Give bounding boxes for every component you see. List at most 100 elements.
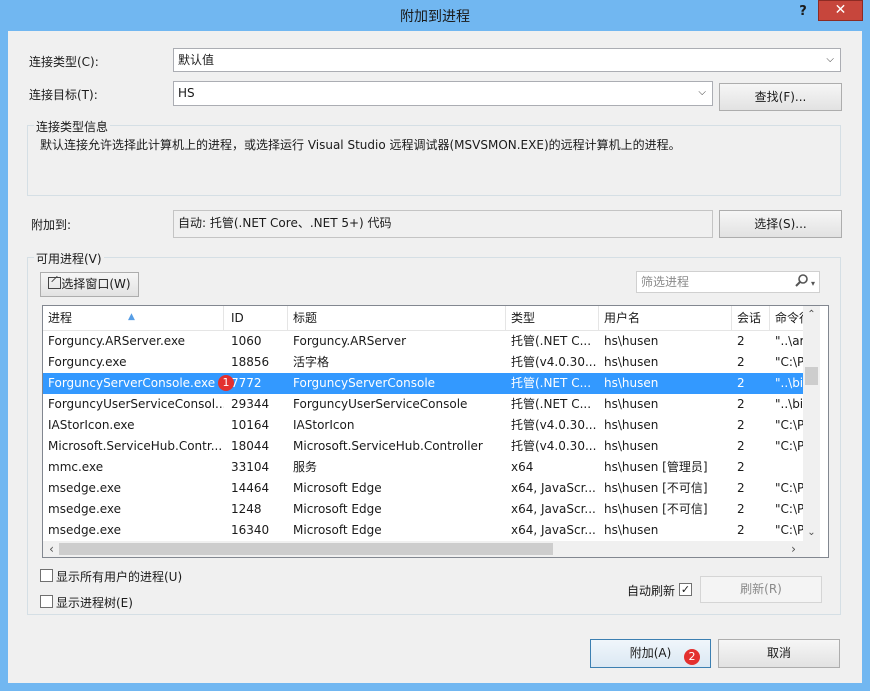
table-row[interactable]: ForguncyServerConsole.exe 7772 ForguncySer… bbox=[43, 373, 803, 394]
vertical-scroll-thumb[interactable] bbox=[805, 367, 818, 385]
cell-id: 7772 bbox=[231, 376, 262, 390]
connection-target-combo[interactable]: HS ⌵ bbox=[173, 81, 713, 106]
show-process-tree-label: 显示进程树(E) bbox=[56, 596, 133, 610]
cell-id: 16340 bbox=[231, 523, 270, 537]
cell-session: 2 bbox=[737, 502, 745, 516]
cell-type: 托管(v4.0.30... bbox=[511, 355, 597, 369]
window-title: 附加到进程 bbox=[400, 9, 470, 25]
column-header-process[interactable]: 进程 ▲ bbox=[43, 306, 224, 330]
cell-type: x64, JavaScr... bbox=[511, 481, 596, 495]
select-code-type-button[interactable]: 选择(S)... bbox=[719, 210, 842, 238]
cell-session: 2 bbox=[737, 397, 745, 411]
cell-session: 2 bbox=[737, 334, 745, 348]
cell-username: hs\husen bbox=[604, 397, 659, 411]
table-row[interactable]: Forguncy.ARServer.exe 1060 Forguncy.ARServ… bbox=[43, 331, 803, 352]
cell-process: ForguncyServerConsole.exe bbox=[48, 376, 216, 390]
table-row[interactable]: mmc.exe 33104 服务 x64 hs\husen [管理员] 2 bbox=[43, 457, 803, 478]
horizontal-scroll-thumb[interactable] bbox=[59, 543, 553, 555]
process-list[interactable]: 进程 ▲ ID 标题 类型 用户名 会话 命令行 Forguncy.ARServ… bbox=[42, 305, 829, 558]
cell-session: 2 bbox=[737, 439, 745, 453]
table-row[interactable]: IAStorIcon.exe 10164 IAStorIcon 托管(v4.0.30.… bbox=[43, 415, 803, 436]
chevron-down-icon: ⌵ bbox=[698, 87, 706, 98]
process-list-header: 进程 ▲ ID 标题 类型 用户名 会话 命令行 bbox=[43, 306, 811, 331]
cell-title: Microsoft Edge bbox=[293, 481, 382, 495]
cancel-button[interactable]: 取消 bbox=[718, 639, 840, 668]
cell-username: hs\husen bbox=[604, 334, 659, 348]
horizontal-scrollbar[interactable]: ‹ › bbox=[43, 541, 820, 557]
cell-username: hs\husen bbox=[604, 418, 659, 432]
show-process-tree-checkbox[interactable] bbox=[40, 595, 53, 608]
scroll-left-icon[interactable]: ‹ bbox=[43, 541, 60, 557]
column-header-username[interactable]: 用户名 bbox=[599, 306, 732, 330]
table-row[interactable]: msedge.exe 1248 Microsoft Edge x64, JavaScr… bbox=[43, 499, 803, 520]
scroll-right-icon[interactable]: › bbox=[785, 541, 802, 557]
select-window-button[interactable]: 选择窗口(W) bbox=[40, 272, 139, 297]
cell-username: hs\husen bbox=[604, 376, 659, 390]
column-header-title[interactable]: 标题 bbox=[288, 306, 506, 330]
cell-command-line: "C:\P bbox=[775, 355, 803, 369]
column-header-type[interactable]: 类型 bbox=[506, 306, 599, 330]
connection-info-text: 默认连接允许选择此计算机上的进程，或选择运行 Visual Studio 远程调… bbox=[40, 138, 681, 152]
dialog-body: 连接类型(C): 默认值 ⌵ 连接目标(T): HS ⌵ 查找(F)... 连接… bbox=[8, 31, 862, 683]
cell-command-line: "..\ar bbox=[775, 334, 803, 348]
cell-command-line: "C:\P bbox=[775, 523, 803, 537]
find-button[interactable]: 查找(F)... bbox=[719, 83, 842, 111]
table-row[interactable]: msedge.exe 14464 Microsoft Edge x64, JavaSc… bbox=[43, 478, 803, 499]
cell-process: msedge.exe bbox=[48, 502, 122, 516]
vertical-scrollbar[interactable]: ⌃ ⌄ bbox=[803, 306, 820, 541]
connection-type-combo[interactable]: 默认值 ⌵ bbox=[173, 48, 841, 72]
show-all-users-label: 显示所有用户的进程(U) bbox=[56, 570, 183, 584]
table-row[interactable]: msedge.exe 16340 Microsoft Edge x64, JavaSc… bbox=[43, 520, 803, 541]
refresh-button[interactable]: 刷新(R) bbox=[700, 576, 822, 603]
title-bar: 附加到进程 ? ✕ bbox=[0, 0, 870, 31]
table-row[interactable]: Microsoft.ServiceHub.Contr... 18044 Micros… bbox=[43, 436, 803, 457]
cell-session: 2 bbox=[737, 418, 745, 432]
cell-title: Microsoft Edge bbox=[293, 502, 382, 516]
crosshair-window-icon bbox=[48, 275, 62, 289]
cell-command-line: "C:\P bbox=[775, 418, 803, 432]
help-button[interactable]: ? bbox=[790, 2, 816, 22]
table-row[interactable]: ForguncyUserServiceConsol... 29344 Forgunc… bbox=[43, 394, 803, 415]
cell-command-line: "C:\P bbox=[775, 439, 803, 453]
cell-title: Microsoft.ServiceHub.Controller bbox=[293, 439, 483, 453]
attach-to-value: 自动: 托管(.NET Core、.NET 5+) 代码 bbox=[173, 210, 713, 238]
attach-to-process-dialog: 附加到进程 ? ✕ 连接类型(C): 默认值 ⌵ 连接目标(T): HS ⌵ 查… bbox=[0, 0, 870, 691]
cell-id: 1060 bbox=[231, 334, 262, 348]
column-header-session[interactable]: 会话 bbox=[732, 306, 770, 330]
close-button[interactable]: ✕ bbox=[818, 0, 863, 21]
scroll-up-icon[interactable]: ⌃ bbox=[803, 306, 820, 323]
table-row[interactable]: Forguncy.exe 18856 活字格 托管(v4.0.30... hs\huse… bbox=[43, 352, 803, 373]
column-header-command-line[interactable]: 命令行 bbox=[770, 306, 828, 330]
select-window-label: 选择窗口(W) bbox=[61, 277, 131, 291]
cell-username: hs\husen bbox=[604, 355, 659, 369]
cell-title: Forguncy.ARServer bbox=[293, 334, 407, 348]
cell-username: hs\husen [管理员] bbox=[604, 460, 708, 474]
filter-input[interactable]: 筛选进程 ▾ bbox=[636, 271, 820, 293]
cell-type: 托管(v4.0.30... bbox=[511, 439, 597, 453]
connection-type-label: 连接类型(C): bbox=[29, 55, 99, 69]
annotation-badge-1: 1 bbox=[218, 375, 234, 391]
auto-refresh-label: 自动刷新 bbox=[627, 584, 676, 598]
chevron-down-icon: ⌵ bbox=[826, 54, 834, 65]
cell-type: x64, JavaScr... bbox=[511, 502, 596, 516]
cell-type: 托管(.NET C... bbox=[511, 334, 592, 348]
cell-type: 托管(.NET C... bbox=[511, 397, 592, 411]
show-all-users-checkbox[interactable] bbox=[40, 569, 53, 582]
column-header-id[interactable]: ID bbox=[226, 306, 288, 330]
connection-info-title: 连接类型信息 bbox=[34, 118, 111, 135]
cell-process: ForguncyUserServiceConsol... bbox=[48, 397, 224, 411]
auto-refresh-checkbox[interactable]: ✓ bbox=[679, 583, 692, 596]
search-icon[interactable]: ▾ bbox=[793, 272, 815, 294]
sort-asc-icon: ▲ bbox=[128, 312, 135, 322]
cell-id: 18044 bbox=[231, 439, 270, 453]
cell-process: IAStorIcon.exe bbox=[48, 418, 135, 432]
cell-command-line: "..\bi bbox=[775, 376, 803, 390]
cell-title: 活字格 bbox=[293, 355, 330, 369]
cell-session: 2 bbox=[737, 481, 745, 495]
scroll-down-icon[interactable]: ⌄ bbox=[803, 524, 820, 541]
cell-process: Microsoft.ServiceHub.Contr... bbox=[48, 439, 223, 453]
cell-type: 托管(.NET C... bbox=[511, 376, 592, 390]
available-processes-title: 可用进程(V) bbox=[34, 250, 104, 267]
cell-title: ForguncyUserServiceConsole bbox=[293, 397, 468, 411]
cell-process: mmc.exe bbox=[48, 460, 104, 474]
